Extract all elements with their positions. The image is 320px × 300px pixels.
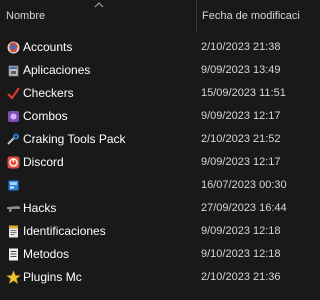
file-name: Checkers	[23, 86, 74, 100]
file-name: Combos	[23, 109, 68, 123]
gun-icon	[7, 206, 20, 212]
file-row-combos[interactable]: Combos 9/09/2023 12:17	[0, 105, 300, 128]
file-name: Identificaciones	[23, 224, 106, 238]
file-date: 16/07/2023 00:30	[201, 179, 287, 191]
file-date: 2/10/2023 21:36	[201, 271, 281, 283]
date-column-header[interactable]: Fecha de modificación	[198, 0, 300, 32]
sort-caret-icon	[94, 2, 104, 8]
checkmark-icon	[7, 87, 20, 100]
document-icon	[9, 248, 18, 261]
discord-icon	[7, 156, 20, 169]
file-date: 9/10/2023 12:18	[201, 248, 281, 260]
file-date: 9/09/2023 12:17	[201, 156, 281, 168]
file-name: Aplicaciones	[23, 63, 91, 77]
file-row-unnamed[interactable]: 16/07/2023 00:30	[0, 174, 300, 197]
file-row-hacks[interactable]: Hacks 27/09/2023 16:44	[0, 197, 300, 220]
file-explorer: Nombre Fecha de modificación Accounts 2/…	[0, 0, 300, 300]
file-name: Craking Tools Pack	[23, 132, 126, 146]
file-date: 15/09/2023 11:51	[201, 87, 286, 99]
file-date: 9/09/2023 13:49	[201, 64, 281, 76]
file-row-accounts[interactable]: Accounts 2/10/2023 21:38	[0, 36, 300, 59]
file-name: Hacks	[23, 201, 57, 215]
blue-app-icon	[8, 180, 19, 191]
file-date: 2/10/2023 21:52	[201, 133, 281, 145]
file-row-metodos[interactable]: Metodos 9/10/2023 12:18	[0, 243, 300, 266]
application-icon	[8, 65, 19, 77]
file-name: Accounts	[23, 40, 73, 54]
file-name: Metodos	[23, 247, 70, 261]
file-date: 2/10/2023 21:38	[201, 41, 281, 53]
file-row-aplicaciones[interactable]: Aplicaciones 9/09/2023 13:49	[0, 59, 300, 82]
world-app-icon	[7, 41, 20, 54]
star-icon	[6, 270, 21, 284]
tool-pack-icon	[7, 133, 19, 145]
column-header-bar: Nombre Fecha de modificación	[0, 0, 300, 32]
column-divider[interactable]	[196, 0, 197, 32]
file-name: Discord	[23, 155, 64, 169]
file-name: Plugins Mc	[23, 270, 82, 284]
file-row-identificaciones[interactable]: Identificaciones 9/09/2023 12:18	[0, 220, 300, 243]
file-row-checkers[interactable]: Checkers 15/09/2023 11:51	[0, 82, 300, 105]
combos-icon	[8, 111, 19, 122]
file-row-plugins-mc[interactable]: Plugins Mc 2/10/2023 21:36	[0, 266, 300, 289]
file-row-discord[interactable]: Discord 9/09/2023 12:17	[0, 151, 300, 174]
file-list: Accounts 2/10/2023 21:38 Aplicaciones 9/…	[0, 36, 300, 289]
file-date: 9/09/2023 12:18	[201, 225, 281, 237]
file-date: 27/09/2023 16:44	[201, 202, 287, 214]
file-row-craking-tools-pack[interactable]: Craking Tools Pack 2/10/2023 21:52	[0, 128, 300, 151]
file-date: 9/09/2023 12:17	[201, 110, 281, 122]
id-document-icon	[9, 225, 18, 238]
